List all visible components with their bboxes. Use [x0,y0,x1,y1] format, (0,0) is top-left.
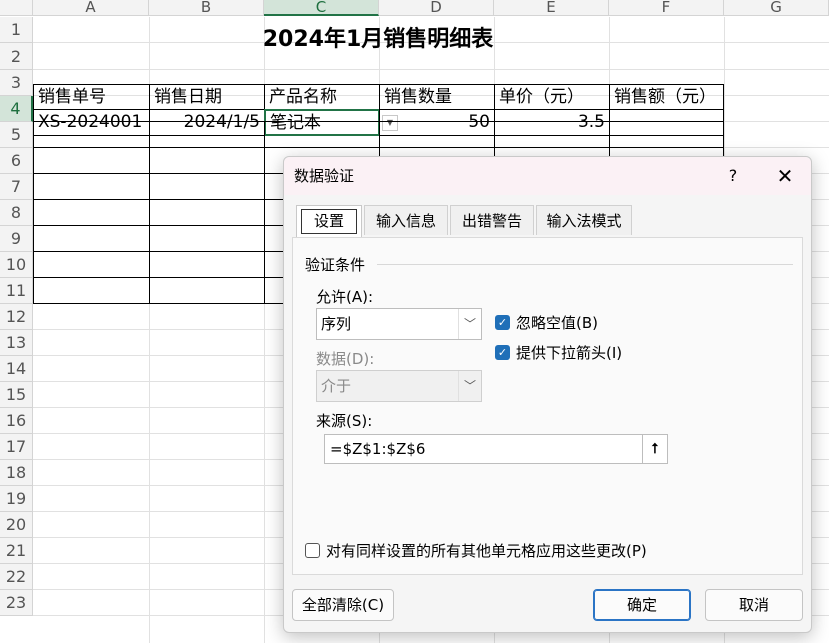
empty-cell[interactable] [33,225,150,252]
row-header-12[interactable]: 12 [0,304,33,330]
header-cell-unit-price[interactable]: 单价（元） [494,84,610,110]
column-header-c[interactable]: C [264,0,379,16]
column-header-a[interactable]: A [33,0,149,16]
column-header-b[interactable]: B [149,0,264,16]
data-value: 介于 [321,377,352,395]
column-header-d[interactable]: D [379,0,494,16]
in-cell-dropdown-checkbox[interactable]: ✓ 提供下拉箭头(I) [495,342,622,363]
checkmark-icon[interactable]: ✓ [495,345,510,360]
row-header-8[interactable]: 8 [0,200,33,226]
source-input[interactable]: =$Z$1:$Z$6 ⭡ [324,434,668,464]
cancel-button[interactable]: 取消 [705,589,803,621]
allow-select[interactable]: 序列 ﹀ [316,308,482,340]
row-header-4[interactable]: 4 [0,96,33,122]
row-header-7[interactable]: 7 [0,174,33,200]
row-header-1[interactable]: 1 [0,17,33,43]
empty-cell[interactable] [264,121,380,148]
empty-cell[interactable] [149,147,265,174]
empty-cell[interactable] [33,199,150,226]
row-header-9[interactable]: 9 [0,226,33,252]
empty-cell[interactable] [494,121,610,148]
source-value[interactable]: =$Z$1:$Z$6 [330,435,425,463]
validation-criteria-title: 验证条件 [305,256,366,274]
row-header-21[interactable]: 21 [0,538,33,564]
row-header-16[interactable]: 16 [0,408,33,434]
column-header-g[interactable]: G [724,0,829,16]
sheet-title[interactable]: 2024年1月销售明细表 [33,20,723,60]
empty-cell[interactable] [33,173,150,200]
empty-cell[interactable] [379,121,495,148]
empty-cell[interactable] [149,199,265,226]
row-header-11[interactable]: 11 [0,278,33,304]
row-header-13[interactable]: 13 [0,330,33,356]
header-cell-order-no[interactable]: 销售单号 [33,84,150,110]
empty-cell[interactable] [33,251,150,278]
header-cell-amount[interactable]: 销售额（元） [609,84,724,110]
dialog-title: 数据验证 [294,167,355,185]
row-header-5[interactable]: 5 [0,122,33,148]
row-header-10[interactable]: 10 [0,252,33,278]
row-header-17[interactable]: 17 [0,434,33,460]
allow-value: 序列 [321,315,352,333]
empty-cell[interactable] [149,121,265,148]
chevron-down-icon[interactable]: ﹀ [458,309,481,339]
ignore-blank-checkbox[interactable]: ✓ 忽略空值(B) [495,312,598,333]
row-header-20[interactable]: 20 [0,512,33,538]
header-cell-quantity[interactable]: 销售数量 [379,84,495,110]
tab-input-message[interactable]: 输入信息 [364,205,448,235]
tab-settings[interactable]: 设置 [296,205,362,237]
settings-panel: 验证条件 允许(A): 序列 ﹀ ✓ 忽略空值(B) ✓ 提供下拉箭头(I) 数… [292,237,803,575]
tab-ime-mode[interactable]: 输入法模式 [536,205,632,235]
header-cell-date[interactable]: 销售日期 [149,84,265,110]
row-header-6[interactable]: 6 [0,148,33,174]
row-header-23[interactable]: 23 [0,590,33,616]
header-cell-product[interactable]: 产品名称 [264,84,380,110]
empty-cell[interactable] [149,225,265,252]
group-divider [377,264,793,265]
ignore-blank-label: 忽略空值(B) [516,314,598,332]
column-header-f[interactable]: F [609,0,724,16]
column-header-e[interactable]: E [494,0,609,16]
ok-button[interactable]: 确定 [593,589,691,621]
clear-all-button[interactable]: 全部清除(C) [292,589,394,621]
apply-all-label: 对有同样设置的所有其他单元格应用这些更改(P) [326,542,647,560]
allow-label: 允许(A): [316,288,374,306]
apply-all-checkbox[interactable]: 对有同样设置的所有其他单元格应用这些更改(P) [305,540,647,561]
dialog-titlebar[interactable]: 数据验证 ? ✕ [284,157,811,195]
chevron-down-icon: ﹀ [458,371,481,401]
row-header-2[interactable]: 2 [0,43,33,70]
in-cell-dropdown-label: 提供下拉箭头(I) [516,344,623,362]
tab-error-alert[interactable]: 出错警告 [450,205,534,235]
row-header-18[interactable]: 18 [0,460,33,486]
data-label: 数据(D): [316,350,375,368]
empty-cell[interactable] [149,251,265,278]
empty-cell[interactable] [33,147,150,174]
row-header-3[interactable]: 3 [0,70,33,96]
source-label: 来源(S): [316,412,373,430]
row-header-22[interactable]: 22 [0,564,33,590]
checkbox-empty-icon[interactable] [305,543,320,558]
empty-cell[interactable] [33,277,150,304]
empty-cell[interactable] [33,121,150,148]
row-header-14[interactable]: 14 [0,356,33,382]
checkmark-icon[interactable]: ✓ [495,315,510,330]
row-header-15[interactable]: 15 [0,382,33,408]
collapse-range-icon[interactable]: ⭡ [642,435,667,463]
empty-cell[interactable] [609,121,724,148]
select-all-corner[interactable] [0,0,33,16]
empty-cell[interactable] [149,277,265,304]
empty-cell[interactable] [149,173,265,200]
data-select: 介于 ﹀ [316,370,482,402]
data-validation-dialog: 数据验证 ? ✕ 设置 输入信息 出错警告 输入法模式 验证条件 允许(A): … [283,156,812,633]
row-header-19[interactable]: 19 [0,486,33,512]
help-icon[interactable]: ? [718,161,748,191]
close-icon[interactable]: ✕ [770,161,800,191]
